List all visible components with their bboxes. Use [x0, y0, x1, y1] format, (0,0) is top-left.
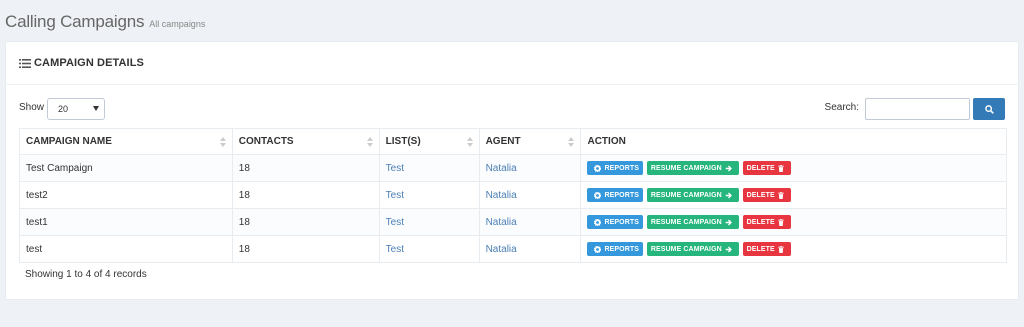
column-header-action: ACTION — [580, 128, 1007, 155]
cell-actions: REPORTS RESUME CAMPAIGN DELETE — [580, 154, 1007, 182]
search-icon — [984, 104, 994, 114]
reports-button[interactable]: REPORTS — [587, 188, 644, 202]
list-link[interactable]: Test — [386, 190, 404, 201]
sort-icon — [366, 137, 373, 147]
cell-agent: Natalia — [478, 181, 582, 209]
cell-actions: REPORTS RESUME CAMPAIGN DELETE — [580, 235, 1007, 263]
cell-campaign-name: test1 — [19, 208, 233, 236]
cell-contacts: 18 — [231, 154, 380, 182]
delete-button[interactable]: DELETE — [742, 161, 791, 175]
cell-list: Test — [378, 154, 480, 182]
cell-list: Test — [378, 235, 480, 263]
table-row: Test Campaign 18 Test Natalia REPORTS RE… — [19, 154, 1007, 182]
cell-actions: REPORTS RESUME CAMPAIGN DELETE — [580, 208, 1007, 236]
search-input[interactable] — [865, 98, 970, 120]
column-header-agent[interactable]: AGENT — [478, 128, 582, 155]
delete-button[interactable]: DELETE — [742, 188, 791, 202]
cell-campaign-name: test2 — [19, 181, 233, 209]
cog-icon — [594, 218, 602, 226]
sort-icon — [466, 137, 473, 147]
search-button[interactable] — [973, 98, 1005, 120]
page-length-select[interactable]: 20 — [47, 98, 105, 120]
cog-icon — [594, 164, 602, 172]
page-length-value: 20 — [58, 104, 69, 114]
resume-campaign-button[interactable]: RESUME CAMPAIGN — [646, 161, 739, 175]
agent-link[interactable]: Natalia — [486, 190, 517, 201]
table-row: test2 18 Test Natalia REPORTS RESUME CAM… — [19, 181, 1007, 209]
cell-list: Test — [378, 181, 480, 209]
resume-campaign-button[interactable]: RESUME CAMPAIGN — [646, 215, 739, 229]
list-icon — [19, 58, 31, 68]
list-link[interactable]: Test — [386, 217, 404, 228]
trash-icon — [777, 164, 784, 172]
reports-button[interactable]: REPORTS — [587, 161, 644, 175]
arrow-right-icon — [725, 219, 732, 225]
show-label: Show — [19, 102, 45, 113]
campaigns-table: CAMPAIGN NAME CONTACTS LIST(S) AGENT ACT… — [19, 128, 1007, 263]
cell-contacts: 18 — [231, 235, 380, 263]
cell-contacts: 18 — [231, 181, 380, 209]
panel-header: CAMPAIGN DETAILS — [6, 42, 1018, 85]
delete-button[interactable]: DELETE — [742, 215, 791, 229]
table-row: test 18 Test Natalia REPORTS RESUME CAMP… — [19, 235, 1007, 263]
cog-icon — [594, 191, 602, 199]
table-header-row: CAMPAIGN NAME CONTACTS LIST(S) AGENT ACT… — [19, 128, 1007, 155]
trash-icon — [777, 245, 784, 253]
page-subtitle: All campaigns — [149, 19, 206, 29]
reports-button[interactable]: REPORTS — [587, 215, 644, 229]
list-link[interactable]: Test — [386, 163, 404, 174]
cell-agent: Natalia — [478, 154, 582, 182]
column-header-campaign-name[interactable]: CAMPAIGN NAME — [19, 128, 233, 155]
delete-button[interactable]: DELETE — [742, 242, 791, 256]
cell-campaign-name: test — [19, 235, 233, 263]
cell-list: Test — [378, 208, 480, 236]
arrow-right-icon — [725, 165, 732, 171]
page-header: Calling Campaigns All campaigns — [5, 12, 205, 32]
cell-campaign-name: Test Campaign — [19, 154, 233, 182]
sort-icon — [219, 137, 226, 147]
agent-link[interactable]: Natalia — [486, 217, 517, 228]
cog-icon — [594, 245, 602, 253]
column-header-contacts[interactable]: CONTACTS — [231, 128, 380, 155]
search-label: Search: — [824, 102, 859, 113]
page-title: Calling Campaigns — [5, 12, 145, 31]
cell-agent: Natalia — [478, 208, 582, 236]
table-row: test1 18 Test Natalia REPORTS RESUME CAM… — [19, 208, 1007, 236]
arrow-right-icon — [725, 192, 732, 198]
sort-icon — [568, 137, 575, 147]
cell-actions: REPORTS RESUME CAMPAIGN DELETE — [580, 181, 1007, 209]
cell-contacts: 18 — [231, 208, 380, 236]
table-info: Showing 1 to 4 of 4 records — [25, 269, 147, 280]
table-controls: Show 20 Search: — [19, 98, 1005, 120]
chevron-down-icon — [93, 106, 99, 111]
trash-icon — [777, 191, 784, 199]
resume-campaign-button[interactable]: RESUME CAMPAIGN — [646, 188, 739, 202]
column-header-lists[interactable]: LIST(S) — [378, 128, 480, 155]
panel-caption: CAMPAIGN DETAILS — [34, 57, 144, 69]
resume-campaign-button[interactable]: RESUME CAMPAIGN — [646, 242, 739, 256]
arrow-right-icon — [725, 246, 732, 252]
agent-link[interactable]: Natalia — [486, 163, 517, 174]
list-link[interactable]: Test — [386, 244, 404, 255]
cell-agent: Natalia — [478, 235, 582, 263]
agent-link[interactable]: Natalia — [486, 244, 517, 255]
reports-button[interactable]: REPORTS — [587, 242, 644, 256]
campaign-details-panel: CAMPAIGN DETAILS Show 20 Search: CAMPAIG… — [5, 41, 1019, 300]
trash-icon — [777, 218, 784, 226]
